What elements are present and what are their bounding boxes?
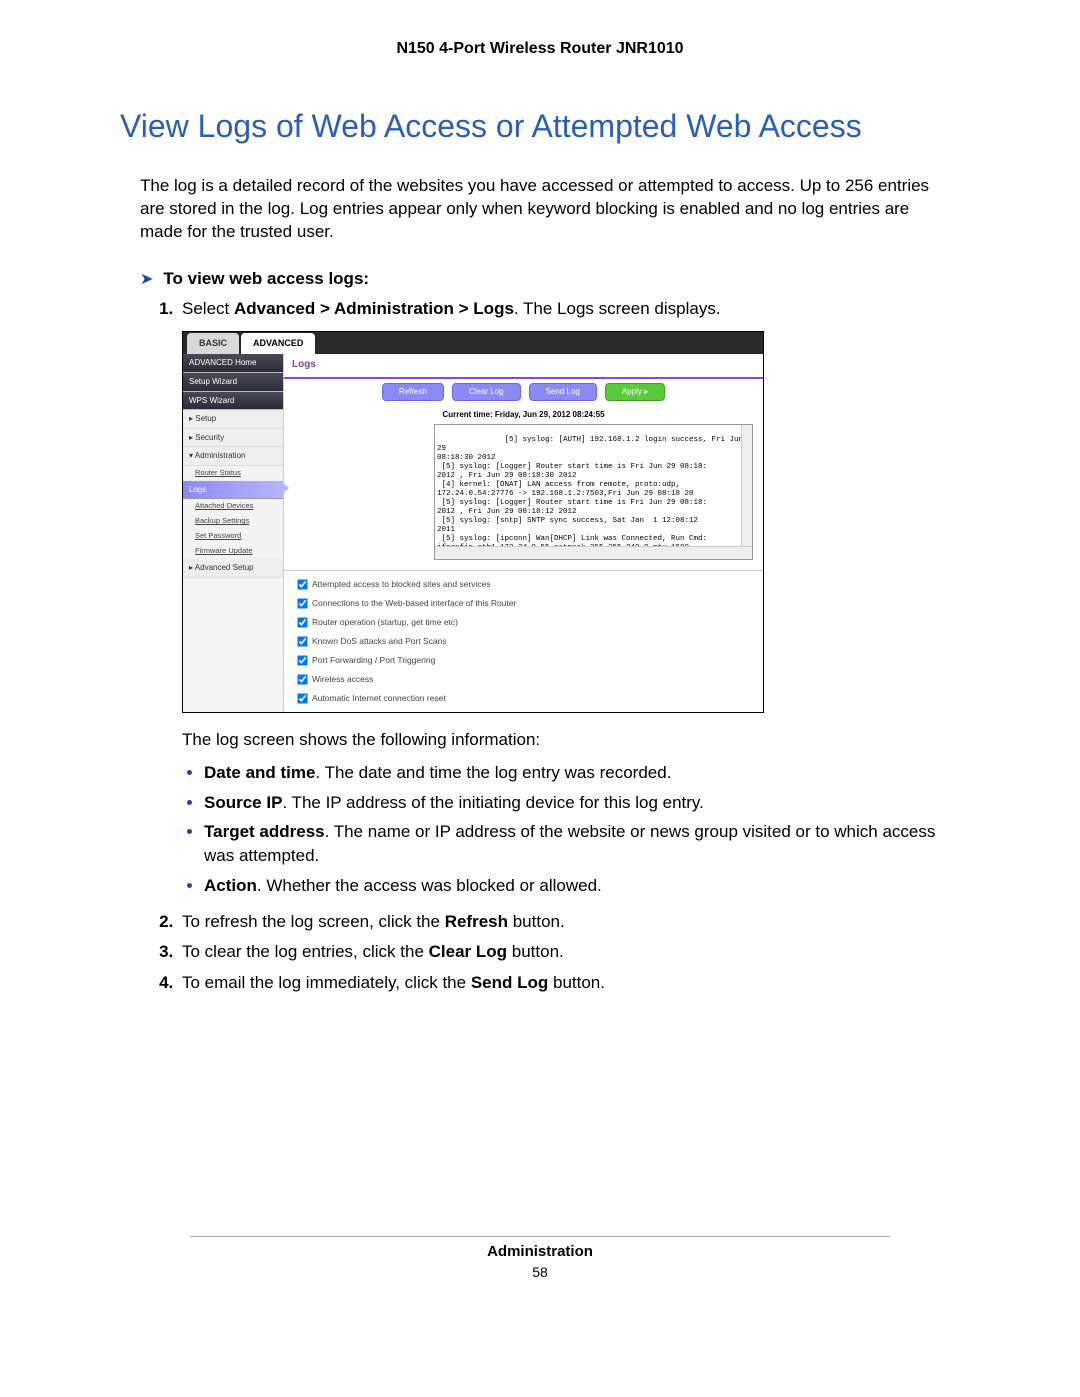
- bullet-term: Target address: [204, 822, 325, 841]
- intro-paragraph: The log is a detailed record of the webs…: [140, 175, 940, 244]
- page-title: View Logs of Web Access or Attempted Web…: [120, 108, 960, 145]
- check-label: Automatic Internet connection reset: [312, 693, 446, 703]
- step-text: To clear the log entries, click the: [182, 942, 429, 961]
- sidebar-sub-set-password[interactable]: Set Password: [183, 529, 283, 544]
- check-label: Attempted access to blocked sites and se…: [312, 579, 491, 589]
- sidebar-advanced-setup[interactable]: ▸ Advanced Setup: [183, 559, 283, 578]
- step-text: To refresh the log screen, click the: [182, 912, 445, 931]
- checkbox-group: Attempted access to blocked sites and se…: [284, 570, 763, 712]
- footer-section: Administration: [190, 1243, 890, 1260]
- check-router-operation[interactable]: Router operation (startup, get time etc): [292, 613, 755, 632]
- sidebar-sub-backup[interactable]: Backup Settings: [183, 514, 283, 529]
- checkbox-icon[interactable]: [297, 617, 307, 627]
- check-label: Wireless access: [312, 674, 373, 684]
- step-text: button.: [548, 973, 605, 992]
- after-screenshot-text: The log screen shows the following infor…: [182, 728, 940, 753]
- bullet-term: Source IP: [204, 793, 282, 812]
- apply-button[interactable]: Apply ▸: [605, 383, 665, 401]
- info-bullets: Date and time. The date and time the log…: [204, 761, 940, 898]
- page-number: 58: [190, 1264, 890, 1280]
- log-text: [5] syslog: [AUTH] 192.168.1.2 login suc…: [437, 436, 748, 560]
- sidebar-security[interactable]: ▸ Security: [183, 429, 283, 448]
- check-auto-reset[interactable]: Automatic Internet connection reset: [292, 689, 755, 708]
- bullet-term: Date and time: [204, 763, 315, 782]
- purple-divider: [284, 377, 763, 379]
- bullet-source-ip: Source IP. The IP address of the initiat…: [204, 791, 940, 815]
- screenshot-main: Logs Refresh Clear Log Send Log Apply ▸ …: [284, 354, 763, 712]
- procedure-heading: ➤ To view web access logs:: [140, 269, 940, 289]
- send-log-button[interactable]: Send Log: [529, 383, 597, 401]
- tab-bar: BASIC ADVANCED: [183, 332, 763, 354]
- step-text: button.: [508, 912, 565, 931]
- header-product: N150 4-Port Wireless Router JNR1010: [120, 40, 960, 58]
- bullet-desc: . The IP address of the initiating devic…: [282, 793, 703, 812]
- checkbox-icon[interactable]: [297, 598, 307, 608]
- sidebar-setup-wizard[interactable]: Setup Wizard: [183, 373, 283, 392]
- check-label: Router operation (startup, get time etc): [312, 617, 458, 627]
- button-row: Refresh Clear Log Send Log Apply ▸: [284, 381, 763, 407]
- sidebar-sub-logs[interactable]: Logs: [183, 481, 283, 500]
- sidebar-adv-home[interactable]: ADVANCED Home: [183, 354, 283, 373]
- step1-prefix: Select: [182, 299, 234, 318]
- screenshot-page-title: Logs: [284, 354, 763, 377]
- step-bold: Send Log: [471, 973, 548, 992]
- check-label: Connections to the Web-based interface o…: [312, 598, 516, 608]
- sidebar-sub-attached[interactable]: Attached Devices: [183, 499, 283, 514]
- checkbox-icon[interactable]: [297, 655, 307, 665]
- log-textarea[interactable]: [5] syslog: [AUTH] 192.168.1.2 login suc…: [434, 424, 753, 560]
- checkbox-icon[interactable]: [297, 693, 307, 703]
- bullet-action: Action. Whether the access was blocked o…: [204, 874, 940, 898]
- bullet-target-address: Target address. The name or IP address o…: [204, 820, 940, 868]
- footer: Administration 58: [190, 1236, 890, 1280]
- check-dos-portscans[interactable]: Known DoS attacks and Port Scans: [292, 632, 755, 651]
- router-screenshot: BASIC ADVANCED ADVANCED Home Setup Wizar…: [182, 331, 764, 713]
- step-text: To email the log immediately, click the: [182, 973, 471, 992]
- tab-basic[interactable]: BASIC: [187, 333, 239, 354]
- bullet-desc: . The date and time the log entry was re…: [315, 763, 671, 782]
- step-bold: Clear Log: [429, 942, 507, 961]
- check-port-forwarding[interactable]: Port Forwarding / Port Triggering: [292, 651, 755, 670]
- scrollbar-horizontal[interactable]: [435, 546, 752, 559]
- step-2: To refresh the log screen, click the Ref…: [178, 910, 940, 935]
- step1-path: Advanced > Administration > Logs: [234, 299, 514, 318]
- check-wireless-access[interactable]: Wireless access: [292, 670, 755, 689]
- procedure-title: To view web access logs:: [163, 269, 369, 289]
- check-web-interface[interactable]: Connections to the Web-based interface o…: [292, 594, 755, 613]
- step-1: Select Advanced > Administration > Logs.…: [178, 297, 940, 898]
- sidebar-sub-router-status[interactable]: Router Status: [183, 466, 283, 481]
- scrollbar-vertical[interactable]: [741, 425, 752, 547]
- steps-list: Select Advanced > Administration > Logs.…: [150, 297, 940, 996]
- sidebar: ADVANCED Home Setup Wizard WPS Wizard ▸ …: [183, 354, 284, 712]
- tab-advanced[interactable]: ADVANCED: [241, 333, 315, 354]
- check-label: Known DoS attacks and Port Scans: [312, 636, 447, 646]
- sidebar-setup[interactable]: ▸ Setup: [183, 410, 283, 429]
- step-3: To clear the log entries, click the Clea…: [178, 940, 940, 965]
- check-label: Port Forwarding / Port Triggering: [312, 655, 435, 665]
- step-bold: Refresh: [445, 912, 508, 931]
- sidebar-administration[interactable]: ▾ Administration: [183, 447, 283, 466]
- step-text: button.: [507, 942, 564, 961]
- checkbox-icon[interactable]: [297, 636, 307, 646]
- checkbox-icon[interactable]: [297, 674, 307, 684]
- current-time-label: Current time: Friday, Jun 29, 2012 08:24…: [284, 407, 763, 425]
- refresh-button[interactable]: Refresh: [382, 383, 444, 401]
- checkbox-icon[interactable]: [297, 579, 307, 589]
- sidebar-sub-firmware-update[interactable]: Firmware Update: [183, 544, 283, 559]
- bullet-date-time: Date and time. The date and time the log…: [204, 761, 940, 785]
- bullet-desc: . Whether the access was blocked or allo…: [257, 876, 602, 895]
- chevron-right-icon: ➤: [140, 269, 153, 289]
- step1-suffix: . The Logs screen displays.: [514, 299, 721, 318]
- check-blocked-sites[interactable]: Attempted access to blocked sites and se…: [292, 575, 755, 594]
- bullet-term: Action: [204, 876, 257, 895]
- step-4: To email the log immediately, click the …: [178, 971, 940, 996]
- sidebar-wps-wizard[interactable]: WPS Wizard: [183, 392, 283, 411]
- clear-log-button[interactable]: Clear Log: [452, 383, 521, 401]
